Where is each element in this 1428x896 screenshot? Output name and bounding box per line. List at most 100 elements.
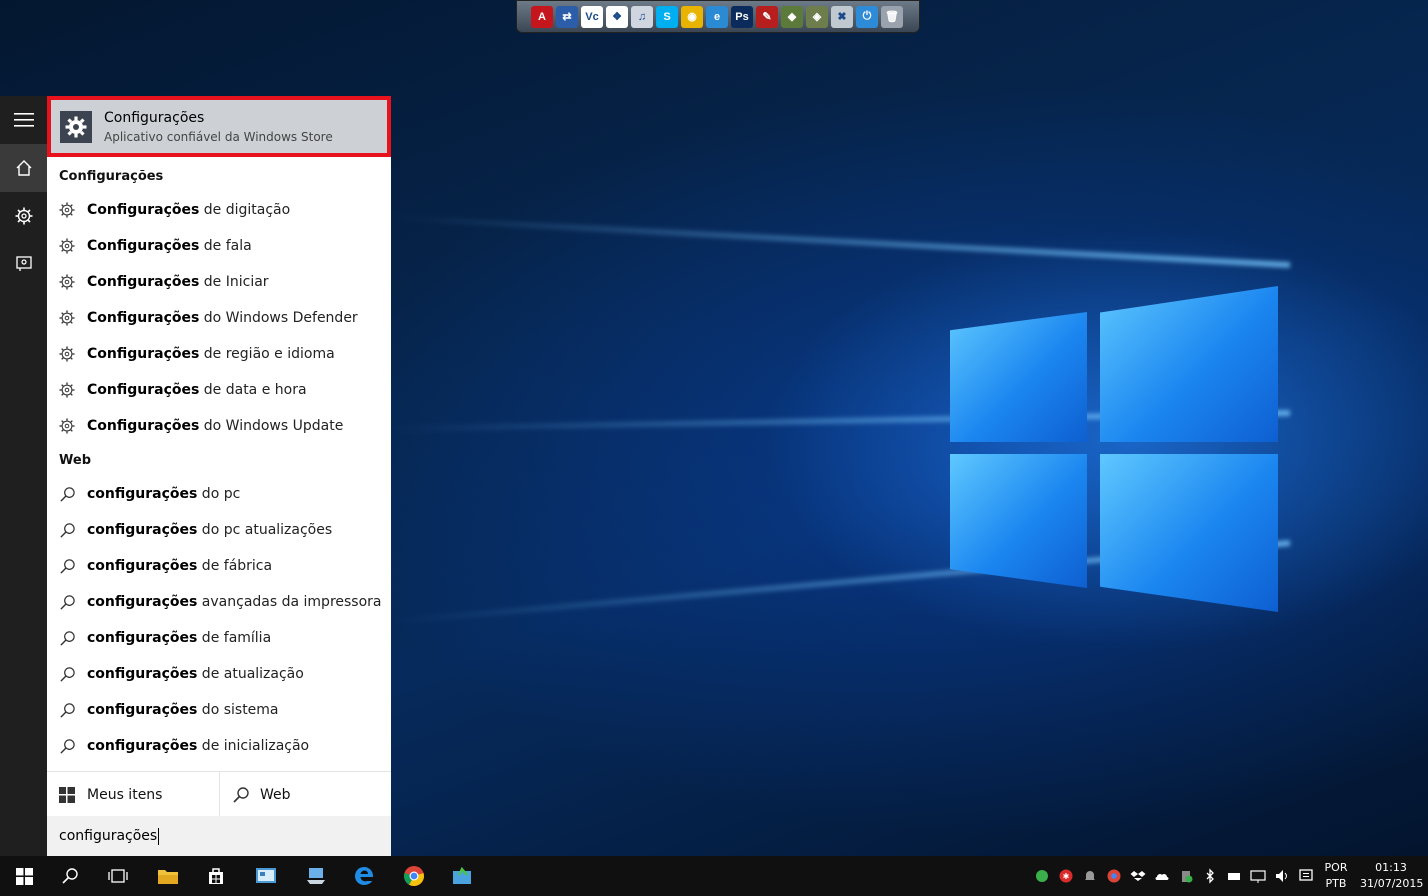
best-match-title: Configurações xyxy=(104,109,205,126)
acrobat-icon[interactable]: A xyxy=(531,5,553,28)
settings-result-item[interactable]: Configurações de fala xyxy=(47,228,391,264)
remote-desktop-button[interactable] xyxy=(292,856,340,896)
notification-bell-icon[interactable] xyxy=(1078,856,1102,896)
tool-x-icon[interactable]: ✖ xyxy=(831,5,853,28)
feedback-icon xyxy=(15,256,32,271)
svg-text:✱: ✱ xyxy=(1063,872,1070,881)
gear-icon xyxy=(58,237,76,255)
gear-icon xyxy=(58,273,76,291)
onedrive-icon[interactable] xyxy=(1150,856,1174,896)
settings-result-item[interactable]: Configurações de digitação xyxy=(47,192,391,228)
chrome-button[interactable] xyxy=(390,856,438,896)
gear-icon xyxy=(58,417,76,435)
taskbar: ✱ POR PTB 01:13 31/07/2015 xyxy=(0,856,1428,896)
network-icon[interactable]: ⇄ xyxy=(556,5,578,28)
web-result-label: configurações de família xyxy=(87,630,272,646)
text-caret xyxy=(158,827,160,845)
web-result-label: configurações do sistema xyxy=(87,702,279,718)
search-icon xyxy=(58,557,76,575)
hamburger-icon xyxy=(13,113,34,127)
recycle-bin-icon[interactable]: 🗑 xyxy=(881,5,903,28)
chrome-icon xyxy=(404,866,424,887)
feedback-button[interactable] xyxy=(0,240,47,288)
settings-result-label: Configurações de fala xyxy=(87,238,252,254)
system-clock[interactable]: 01:13 31/07/2015 xyxy=(1360,860,1423,892)
action-center-icon[interactable] xyxy=(1294,856,1318,896)
app-button[interactable] xyxy=(438,856,486,896)
edge-icon xyxy=(355,867,374,885)
settings-button[interactable] xyxy=(0,192,47,240)
input-language-indicator[interactable]: POR PTB xyxy=(1318,860,1354,892)
settings-section-heading: Configurações xyxy=(59,169,164,184)
tool-green-icon[interactable]: ◆ xyxy=(781,5,803,28)
web-result-label: configurações do pc xyxy=(87,486,241,502)
tool-red-icon[interactable]: ✎ xyxy=(756,5,778,28)
web-result-item[interactable]: configurações de inicialização xyxy=(47,728,391,764)
search-input[interactable]: configurações xyxy=(47,816,391,856)
search-icon xyxy=(58,485,76,503)
gear-icon xyxy=(58,345,76,363)
gear-icon xyxy=(65,116,87,137)
web-result-item[interactable]: configurações de atualização xyxy=(47,656,391,692)
web-result-item[interactable]: configurações de família xyxy=(47,620,391,656)
search-icon xyxy=(58,701,76,719)
taskbar-search-button[interactable] xyxy=(46,856,94,896)
settings-result-item[interactable]: Configurações do Windows Defender xyxy=(47,300,391,336)
itunes-icon[interactable]: ♫ xyxy=(631,5,653,28)
search-icon xyxy=(58,521,76,539)
settings-result-label: Configurações do Windows Defender xyxy=(87,310,358,326)
search-icon xyxy=(58,665,76,683)
tool-map-icon[interactable]: ◈ xyxy=(806,5,828,28)
filter-my-items[interactable]: Meus itens xyxy=(47,772,219,817)
settings-result-label: Configurações de região e idioma xyxy=(87,346,335,362)
skype-icon[interactable]: S xyxy=(656,5,678,28)
settings-result-label: Configurações de digitação xyxy=(87,202,291,218)
chrome-icon[interactable]: ◉ xyxy=(681,5,703,28)
web-result-item[interactable]: configurações de fábrica xyxy=(47,548,391,584)
bluetooth-icon[interactable] xyxy=(1198,856,1222,896)
web-result-item[interactable]: configurações do pc atualizações xyxy=(47,512,391,548)
store-button[interactable] xyxy=(192,856,240,896)
web-result-item[interactable]: configurações avançadas da impressora xyxy=(47,584,391,620)
control-panel-button[interactable] xyxy=(242,856,290,896)
web-result-item[interactable]: configurações do pc xyxy=(47,476,391,512)
shield-icon[interactable] xyxy=(1030,856,1054,896)
web-result-label: configurações do pc atualizações xyxy=(87,522,333,538)
settings-result-item[interactable]: Configurações de data e hora xyxy=(47,372,391,408)
file-explorer-button[interactable] xyxy=(144,856,192,896)
settings-result-item[interactable]: Configurações de região e idioma xyxy=(47,336,391,372)
photoshop-icon[interactable]: Ps xyxy=(731,5,753,28)
search-query-text: configurações xyxy=(59,828,158,844)
settings-result-item[interactable]: Configurações do Windows Update xyxy=(47,408,391,444)
power-icon[interactable]: ⏻ xyxy=(856,5,878,28)
filter-web[interactable]: Web xyxy=(219,772,391,817)
home-button[interactable] xyxy=(0,144,47,192)
volume-icon[interactable] xyxy=(1270,856,1294,896)
settings-result-label: Configurações de Iniciar xyxy=(87,274,269,290)
ie-icon[interactable]: e xyxy=(706,5,728,28)
windows-logo-icon xyxy=(59,786,75,803)
gear-icon xyxy=(58,381,76,399)
dropbox-icon[interactable]: ❖ xyxy=(606,5,628,28)
search-results-panel: Configurações Aplicativo confiável da Wi… xyxy=(47,96,391,856)
settings-result-item[interactable]: Configurações de Iniciar xyxy=(47,264,391,300)
antivirus-icon[interactable]: ✱ xyxy=(1054,856,1078,896)
network-icon[interactable] xyxy=(1246,856,1270,896)
task-view-icon xyxy=(108,869,128,883)
folder-icon xyxy=(158,870,178,884)
battery-check-icon[interactable] xyxy=(1174,856,1198,896)
hamburger-menu-button[interactable] xyxy=(0,96,47,144)
quick-launch-dock: A ⇄ Vc ❖ ♫ S ◉ e Ps ✎ ◆ ◈ ✖ ⏻ 🗑 xyxy=(516,0,920,33)
start-button[interactable] xyxy=(0,856,48,896)
best-match-result[interactable]: Configurações Aplicativo confiável da Wi… xyxy=(47,96,391,157)
web-result-item[interactable]: configurações do sistema xyxy=(47,692,391,728)
task-view-button[interactable] xyxy=(94,856,142,896)
chrome-icon[interactable] xyxy=(1102,856,1126,896)
vc-icon[interactable]: Vc xyxy=(581,5,603,28)
control-panel-icon xyxy=(256,868,276,883)
dropbox-icon[interactable] xyxy=(1126,856,1150,896)
keyboard-layout-code: PTB xyxy=(1325,877,1347,890)
power-plug-icon[interactable] xyxy=(1222,856,1246,896)
filter-my-items-label: Meus itens xyxy=(87,786,163,803)
edge-button[interactable] xyxy=(340,856,388,896)
